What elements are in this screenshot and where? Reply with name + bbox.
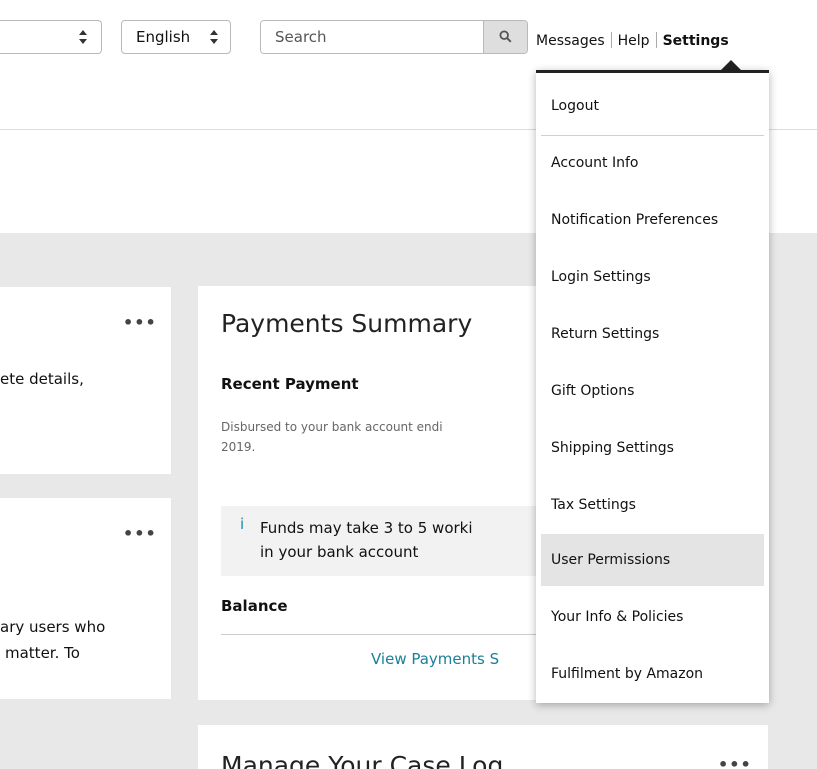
card-title: Payments Summary [221, 309, 473, 338]
menu-item-return-settings[interactable]: Return Settings [541, 308, 764, 360]
menu-divider [541, 135, 764, 136]
search-input[interactable] [261, 21, 485, 53]
marketplace-select[interactable] [0, 20, 102, 54]
menu-item-fulfilment-by-amazon[interactable]: Fulfilment by Amazon [541, 648, 764, 700]
search-button[interactable] [483, 21, 527, 53]
menu-item-gift-options[interactable]: Gift Options [541, 365, 764, 417]
dashboard-card-left-top: ••• ete details, [0, 287, 171, 474]
notice-message: Funds may take 3 to 5 worki in your bank… [260, 516, 560, 564]
language-select-value: English [136, 28, 191, 46]
card-text-line: ary users who [0, 618, 106, 636]
link-separator [610, 32, 612, 48]
menu-item-tax-settings[interactable]: Tax Settings [541, 479, 764, 531]
search-box [260, 20, 528, 54]
view-payments-link[interactable]: View Payments S [371, 650, 499, 668]
balance-label: Balance [221, 597, 288, 615]
link-separator [655, 32, 657, 48]
card-title: Manage Your Case Log [221, 751, 504, 769]
payments-summary-card: Payments Summary Recent Payment Disburse… [198, 286, 570, 700]
search-icon [499, 30, 512, 43]
more-options-icon[interactable]: ••• [123, 524, 157, 543]
recent-payment-label: Recent Payment [221, 375, 359, 393]
menu-item-your-info-policies[interactable]: Your Info & Policies [541, 591, 764, 643]
disbursed-line: Disbursed to your bank account endi [221, 420, 443, 434]
info-icon: i [240, 515, 245, 533]
menu-item-shipping-settings[interactable]: Shipping Settings [541, 422, 764, 474]
menu-item-user-permissions[interactable]: User Permissions [541, 534, 764, 586]
card-text-line: matter. To [5, 644, 80, 662]
settings-dropdown-menu: Logout Account Info Notification Prefere… [536, 70, 769, 703]
more-options-icon[interactable]: ••• [718, 755, 752, 769]
menu-item-login-settings[interactable]: Login Settings [541, 251, 764, 303]
menu-item-notification-preferences[interactable]: Notification Preferences [541, 194, 764, 246]
card-text: ete details, [0, 370, 84, 388]
menu-item-logout[interactable]: Logout [541, 80, 764, 132]
settings-link[interactable]: Settings [663, 33, 729, 49]
more-options-icon[interactable]: ••• [123, 313, 157, 332]
case-log-card: Manage Your Case Log ••• [198, 725, 768, 769]
up-down-arrows-icon [210, 29, 218, 45]
language-select[interactable]: English [121, 20, 231, 54]
dashboard-card-left-bottom: ••• ary users who matter. To [0, 498, 171, 699]
funds-notice: i Funds may take 3 to 5 worki in your ba… [221, 506, 551, 576]
divider [221, 634, 551, 635]
up-down-arrows-icon [79, 29, 87, 45]
menu-item-account-info[interactable]: Account Info [541, 137, 764, 189]
card-text: ary users who matter. To [0, 614, 105, 666]
messages-link[interactable]: Messages [536, 33, 605, 49]
disbursed-line: 2019. [221, 440, 256, 454]
help-link[interactable]: Help [618, 33, 650, 49]
notice-line: Funds may take 3 to 5 worki [260, 519, 473, 537]
menu-caret [721, 60, 741, 70]
disbursed-text: Disbursed to your bank account endi 2019… [221, 417, 541, 457]
notice-line: in your bank account [260, 543, 419, 561]
header-links: Messages Help Settings [536, 32, 729, 49]
